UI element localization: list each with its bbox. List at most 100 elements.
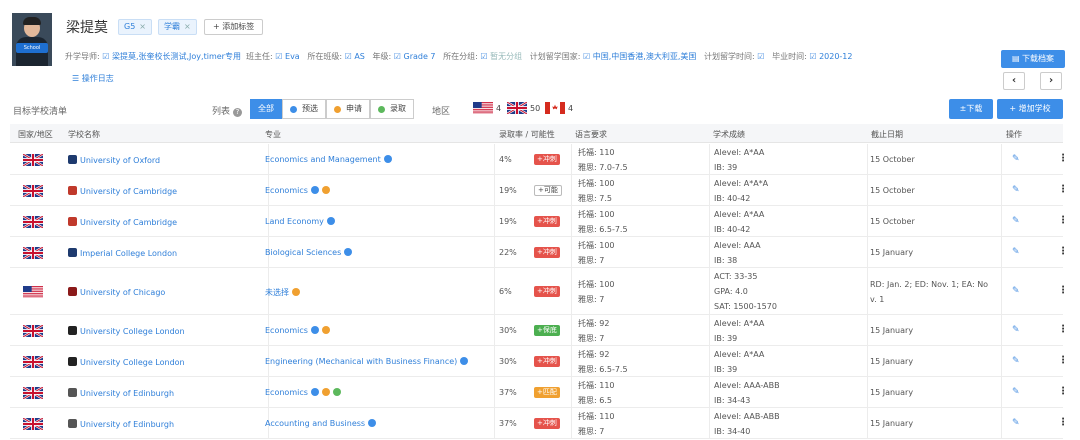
likelihood-badge[interactable]: +冲刺 <box>534 285 560 297</box>
edit-icon[interactable]: ✎ <box>1012 325 1020 335</box>
major-link[interactable]: Economics <box>265 185 330 195</box>
download-button[interactable]: ±下载 <box>949 99 993 119</box>
likelihood-badge[interactable]: +保底 <box>534 324 560 336</box>
column-header: 操作 <box>1006 130 1022 139</box>
more-vertical-icon[interactable]: ⋮ <box>1058 153 1068 164</box>
region-filter-us[interactable]: 4 <box>473 102 501 114</box>
status-dot-icon <box>334 105 341 113</box>
more-vertical-icon[interactable]: ⋮ <box>1058 215 1068 226</box>
operation-log-link[interactable]: ☰ 操作日志 <box>72 73 114 84</box>
add-tag-button[interactable]: + 添加标签 <box>204 19 264 35</box>
more-vertical-icon[interactable]: ⋮ <box>1058 324 1068 335</box>
tag-g5[interactable]: G5 × <box>118 19 152 35</box>
deadline: 15 October <box>870 217 915 226</box>
school-list-title: 目标学校清单 <box>13 107 68 117</box>
filter-2[interactable]: 申请 <box>326 99 370 119</box>
major-link[interactable]: Land Economy <box>265 216 335 226</box>
uk-flag-icon <box>22 385 44 401</box>
add-school-button[interactable]: + 增加学校 <box>997 99 1063 119</box>
likelihood-badge[interactable]: +匹配 <box>534 386 560 398</box>
school-name-link[interactable]: University of Edinburgh <box>68 387 174 398</box>
edit-icon[interactable]: ✎ <box>1012 418 1020 428</box>
language-requirement: 托福: 100 雅思: 7 <box>578 240 615 265</box>
status-dot-icon <box>344 247 353 256</box>
major-link[interactable]: Biological Sciences <box>265 247 353 257</box>
school-crest-icon <box>68 418 77 428</box>
info-mentor[interactable]: 梁提莫,张奎校长测试,Joy,timer专用 <box>112 52 241 61</box>
close-icon[interactable]: × <box>139 22 146 31</box>
school-name-link[interactable]: University of Cambridge <box>68 185 177 196</box>
region-filter-ca[interactable]: 4 <box>545 102 573 114</box>
admission-rate: 6% <box>499 286 512 296</box>
us-flag-icon <box>473 102 493 114</box>
more-vertical-icon[interactable]: ⋮ <box>1058 246 1068 257</box>
school-name-link[interactable]: Imperial College London <box>68 247 177 258</box>
likelihood-badge[interactable]: +冲刺 <box>534 215 560 227</box>
edit-icon: ☑ <box>344 52 352 61</box>
more-vertical-icon[interactable]: ⋮ <box>1058 355 1068 366</box>
edit-icon: ☑ <box>393 52 401 61</box>
more-vertical-icon[interactable]: ⋮ <box>1058 285 1068 296</box>
close-icon[interactable]: × <box>184 22 191 31</box>
academic-requirement: ACT: 33-35 GPA: 4.0 SAT: 1500-1570 <box>714 272 777 311</box>
academic-requirement: Alevel: A*AA IB: 39 <box>714 349 765 374</box>
academic-requirement: Alevel: AAB-ABB IB: 34-40 <box>714 411 780 436</box>
language-requirement: 托福: 110 雅思: 6.5 <box>578 380 615 405</box>
more-vertical-icon[interactable]: ⋮ <box>1058 386 1068 397</box>
edit-icon[interactable]: ✎ <box>1012 387 1020 397</box>
edit-icon[interactable]: ✎ <box>1012 286 1020 296</box>
major-link[interactable]: Economics <box>265 325 330 335</box>
edit-icon: ☑ <box>583 52 591 61</box>
table-row: University of Edinburgh Economics 37% +匹配 托福… <box>10 377 1068 408</box>
column-header: 录取率 / 可能性 <box>499 130 555 139</box>
prev-page-button[interactable]: ‹ <box>1003 72 1025 90</box>
likelihood-badge[interactable]: +冲刺 <box>534 355 560 367</box>
major-link[interactable]: 未选择 <box>265 287 300 298</box>
us-flag-icon <box>23 285 43 300</box>
school-name-link[interactable]: University of Oxford <box>68 154 160 165</box>
more-vertical-icon[interactable]: ⋮ <box>1058 184 1068 195</box>
deadline: 15 January <box>870 419 914 428</box>
filter-1[interactable]: 预选 <box>282 99 326 119</box>
column-header: 截止日期 <box>871 130 903 139</box>
likelihood-badge[interactable]: +可能 <box>534 184 562 196</box>
next-page-button[interactable]: › <box>1040 72 1062 90</box>
more-vertical-icon[interactable]: ⋮ <box>1058 417 1068 428</box>
tag-xueba[interactable]: 学霸 × <box>158 19 197 35</box>
edit-icon[interactable]: ✎ <box>1012 247 1020 257</box>
edit-icon[interactable]: ✎ <box>1012 216 1020 226</box>
school-name-link[interactable]: University College London <box>68 356 185 367</box>
region-filter-uk[interactable]: 50 <box>507 102 540 114</box>
likelihood-badge[interactable]: +冲刺 <box>534 246 560 258</box>
major-link[interactable]: Accounting and Business <box>265 418 377 428</box>
uk-flag-icon <box>22 214 44 230</box>
school-name-link[interactable]: University of Edinburgh <box>68 418 174 429</box>
likelihood-badge[interactable]: +冲刺 <box>534 417 560 429</box>
edit-icon[interactable]: ✎ <box>1012 185 1020 195</box>
column-header: 学术成绩 <box>713 130 745 139</box>
table-row: University of Cambridge Economics 19% +可能 托福… <box>10 175 1068 206</box>
edit-icon[interactable]: ✎ <box>1012 154 1020 164</box>
major-link[interactable]: Engineering (Mechanical with Business Fi… <box>265 356 469 366</box>
filter-3[interactable]: 录取 <box>370 99 414 119</box>
deadline: 15 October <box>870 155 915 164</box>
deadline: 15 January <box>870 357 914 366</box>
avatar: School <box>12 13 52 66</box>
table-row: University of Chicago 未选择 6% +冲刺 托福: 100 雅思: … <box>10 268 1068 315</box>
region-label: 地区 <box>432 107 451 117</box>
language-requirement: 托福: 92 雅思: 6.5-7.5 <box>578 349 628 374</box>
admission-rate: 30% <box>499 325 517 335</box>
column-header: 国家/地区 <box>18 130 53 139</box>
download-profile-button[interactable]: ▤ 下载档案 <box>1001 50 1065 68</box>
school-crest-icon <box>68 325 77 335</box>
major-link[interactable]: Economics <box>265 387 341 397</box>
filter-0[interactable]: 全部 <box>250 99 282 119</box>
school-name-link[interactable]: University of Cambridge <box>68 216 177 227</box>
school-name-link[interactable]: University College London <box>68 325 185 336</box>
major-link[interactable]: Economics and Management <box>265 154 392 164</box>
edit-icon: ☑ <box>275 52 283 61</box>
likelihood-badge[interactable]: +冲刺 <box>534 153 560 165</box>
admission-rate: 22% <box>499 247 517 257</box>
edit-icon[interactable]: ✎ <box>1012 356 1020 366</box>
school-name-link[interactable]: University of Chicago <box>68 286 165 297</box>
